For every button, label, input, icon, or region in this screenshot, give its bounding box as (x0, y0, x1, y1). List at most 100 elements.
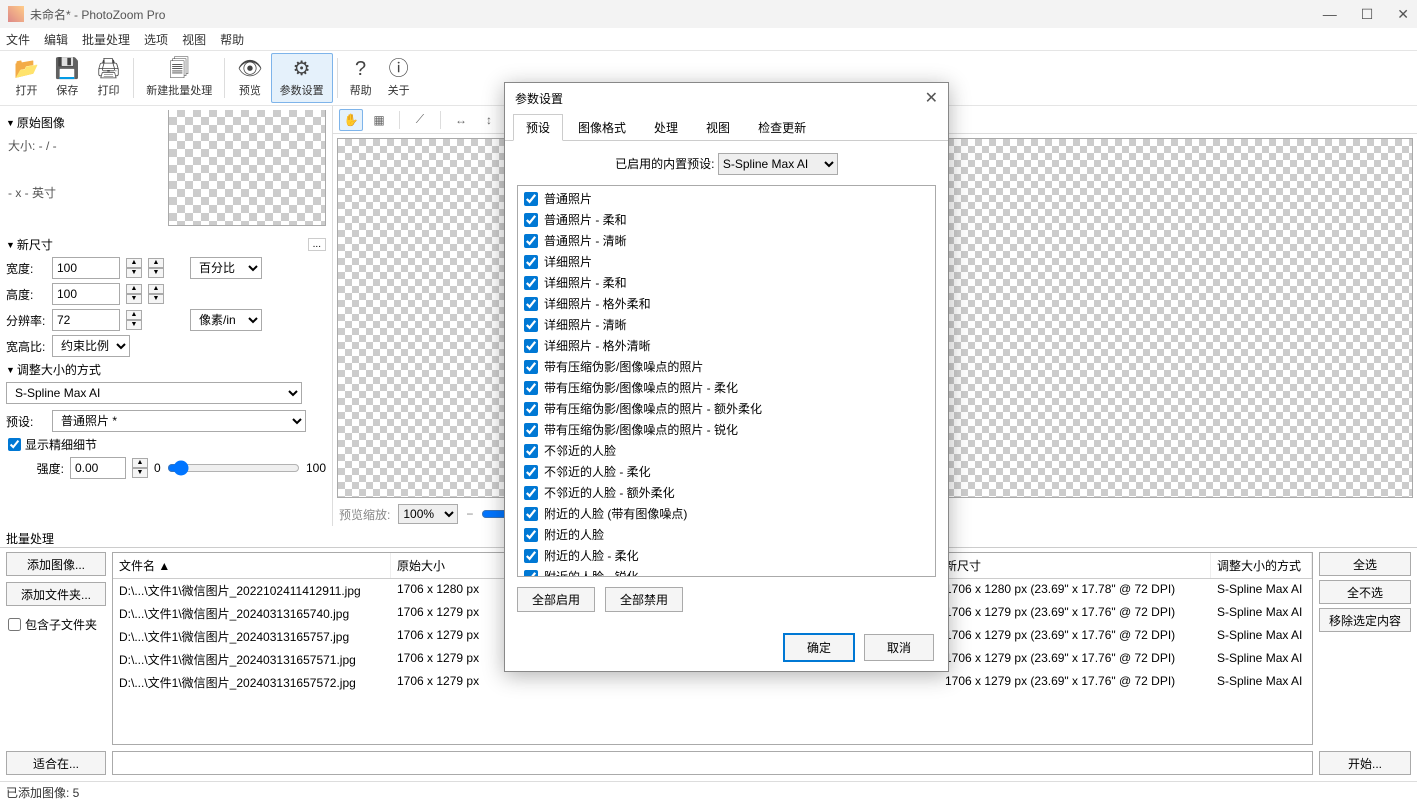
preset-select[interactable]: 普通照片 * (52, 410, 306, 432)
toolbar-帮助[interactable]: ?帮助 (342, 53, 380, 103)
close-button[interactable]: ✕ (1397, 6, 1409, 23)
preset-item[interactable]: 带有压缩伪影/图像噪点的照片 - 锐化 (520, 419, 933, 440)
hand-tool-button[interactable]: ✋ (339, 109, 363, 131)
menu-选项[interactable]: 选项 (144, 31, 168, 48)
preset-item[interactable]: 详细照片 (520, 251, 933, 272)
toolbar-打印[interactable]: 🖨打印 (88, 53, 129, 103)
intensity-input[interactable] (70, 457, 126, 479)
marquee-tool-button[interactable]: ▦ (367, 109, 391, 131)
enable-all-button[interactable]: 全部启用 (517, 587, 595, 612)
builtin-preset-select[interactable]: S-Spline Max AI (718, 153, 838, 175)
show-detail-checkbox[interactable] (8, 438, 21, 451)
resize-method-select[interactable]: S-Spline Max AI (6, 382, 302, 404)
width-up[interactable]: ▲ (126, 258, 142, 268)
preset-item[interactable]: 普通照片 (520, 188, 933, 209)
width-input[interactable] (52, 257, 120, 279)
original-size-label: 大小: - / - (8, 137, 166, 154)
flip-v-button[interactable]: ↕ (477, 109, 501, 131)
height-input[interactable] (52, 283, 120, 305)
section-original[interactable]: ▼原始图像 (6, 114, 166, 131)
toolbar-保存[interactable]: 💾保存 (47, 53, 88, 103)
include-subfolder-checkbox[interactable] (8, 618, 21, 631)
fit-in-button[interactable]: 适合在... (6, 751, 106, 775)
tab-处理[interactable]: 处理 (641, 114, 691, 141)
tab-图像格式[interactable]: 图像格式 (565, 114, 639, 141)
preset-item[interactable]: 不邻近的人脸 (520, 440, 933, 461)
menu-视图[interactable]: 视图 (182, 31, 206, 48)
tab-视图[interactable]: 视图 (693, 114, 743, 141)
left-panel: ▼原始图像 大小: - / - - x - 英寸 ▼新尺寸 ... 宽度: ▲▼… (0, 106, 332, 526)
preset-item[interactable]: 详细照片 - 格外清晰 (520, 335, 933, 356)
preset-item[interactable]: 带有压缩伪影/图像噪点的照片 - 额外柔化 (520, 398, 933, 419)
add-image-button[interactable]: 添加图像... (6, 552, 106, 576)
disable-all-button[interactable]: 全部禁用 (605, 587, 683, 612)
aspect-select[interactable]: 约束比例 (52, 335, 130, 357)
preset-item[interactable]: 不邻近的人脸 - 柔化 (520, 461, 933, 482)
zoom-out-button[interactable]: − (466, 507, 473, 521)
section-newsize[interactable]: ▼新尺寸 ... (6, 236, 326, 253)
col-method[interactable]: 调整大小的方式 (1211, 553, 1312, 578)
preset-item[interactable]: 普通照片 - 清晰 (520, 230, 933, 251)
menu-批量处理[interactable]: 批量处理 (82, 31, 130, 48)
打开-icon: 📂 (14, 58, 39, 80)
参数设置-icon: ⚙ (293, 58, 311, 80)
zoom-select[interactable]: 100% (398, 504, 458, 524)
original-preview (168, 110, 326, 226)
preset-item[interactable]: 普通照片 - 柔和 (520, 209, 933, 230)
保存-icon: 💾 (55, 58, 80, 80)
unit-select[interactable]: 百分比 (190, 257, 262, 279)
start-button[interactable]: 开始... (1319, 751, 1411, 775)
preset-item[interactable]: 带有压缩伪影/图像噪点的照片 (520, 356, 933, 377)
tab-预设[interactable]: 预设 (513, 114, 563, 141)
menu-编辑[interactable]: 编辑 (44, 31, 68, 48)
preset-item[interactable]: 详细照片 - 清晰 (520, 314, 933, 335)
col-filename[interactable]: 文件名 ▲ (113, 553, 391, 578)
toolbar-预览[interactable]: 👁预览 (229, 53, 270, 103)
menu-帮助[interactable]: 帮助 (220, 31, 244, 48)
preset-item[interactable]: 附近的人脸 - 锐化 (520, 566, 933, 577)
crop-tool-button[interactable]: ⟋ (408, 109, 432, 131)
toolbar-打开[interactable]: 📂打开 (6, 53, 47, 103)
resolution-unit-select[interactable]: 像素/in (190, 309, 262, 331)
deselect-all-button[interactable]: 全不选 (1319, 580, 1411, 604)
section-resize-method[interactable]: ▼调整大小的方式 (6, 361, 326, 378)
preset-item[interactable]: 带有压缩伪影/图像噪点的照片 - 柔化 (520, 377, 933, 398)
remove-selected-button[interactable]: 移除选定内容 (1319, 608, 1411, 632)
output-path-input[interactable] (112, 751, 1313, 775)
preset-item[interactable]: 附近的人脸 - 柔化 (520, 545, 933, 566)
preset-checklist[interactable]: 普通照片普通照片 - 柔和普通照片 - 清晰详细照片详细照片 - 柔和详细照片 … (517, 185, 936, 577)
maximize-button[interactable]: ☐ (1361, 6, 1374, 23)
tab-检查更新[interactable]: 检查更新 (745, 114, 819, 141)
menu-文件[interactable]: 文件 (6, 31, 30, 48)
minimize-button[interactable]: — (1323, 6, 1337, 23)
settings-modal: 参数设置 ✕ 预设图像格式处理视图检查更新 已启用的内置预设: S-Spline… (504, 82, 949, 672)
flip-h-button[interactable]: ↔ (449, 109, 473, 131)
preset-item[interactable]: 附近的人脸 (520, 524, 933, 545)
window-title: 未命名* - PhotoZoom Pro (30, 6, 165, 23)
modal-title: 参数设置 (515, 90, 563, 107)
app-icon (8, 6, 24, 22)
toolbar-关于[interactable]: ⓘ关于 (380, 53, 418, 103)
select-all-button[interactable]: 全选 (1319, 552, 1411, 576)
newsize-options-button[interactable]: ... (308, 238, 326, 251)
帮助-icon: ? (355, 58, 366, 80)
add-folder-button[interactable]: 添加文件夹... (6, 582, 106, 606)
batch-title: 批量处理 (6, 532, 54, 546)
新建批量处理-icon: 🗐 (169, 58, 189, 80)
toolbar-新建批量处理[interactable]: 🗐新建批量处理 (138, 53, 220, 103)
modal-close-button[interactable]: ✕ (925, 88, 938, 108)
resolution-input[interactable] (52, 309, 120, 331)
preset-item[interactable]: 详细照片 - 柔和 (520, 272, 933, 293)
width-down[interactable]: ▼ (126, 268, 142, 278)
preset-item[interactable]: 详细照片 - 格外柔和 (520, 293, 933, 314)
preset-item[interactable]: 附近的人脸 (带有图像噪点) (520, 503, 933, 524)
cancel-button[interactable]: 取消 (864, 634, 934, 661)
打印-icon: 🖨 (96, 58, 121, 80)
预览-icon: 👁 (237, 58, 262, 80)
ok-button[interactable]: 确定 (784, 634, 854, 661)
table-row[interactable]: D:\...\文件1\微信图片_202403131657572.jpg1706 … (113, 671, 1312, 694)
toolbar-参数设置[interactable]: ⚙参数设置 (271, 53, 333, 103)
preset-item[interactable]: 不邻近的人脸 - 额外柔化 (520, 482, 933, 503)
col-new-size[interactable]: 新尺寸 (939, 553, 1211, 578)
intensity-slider[interactable] (167, 460, 300, 476)
